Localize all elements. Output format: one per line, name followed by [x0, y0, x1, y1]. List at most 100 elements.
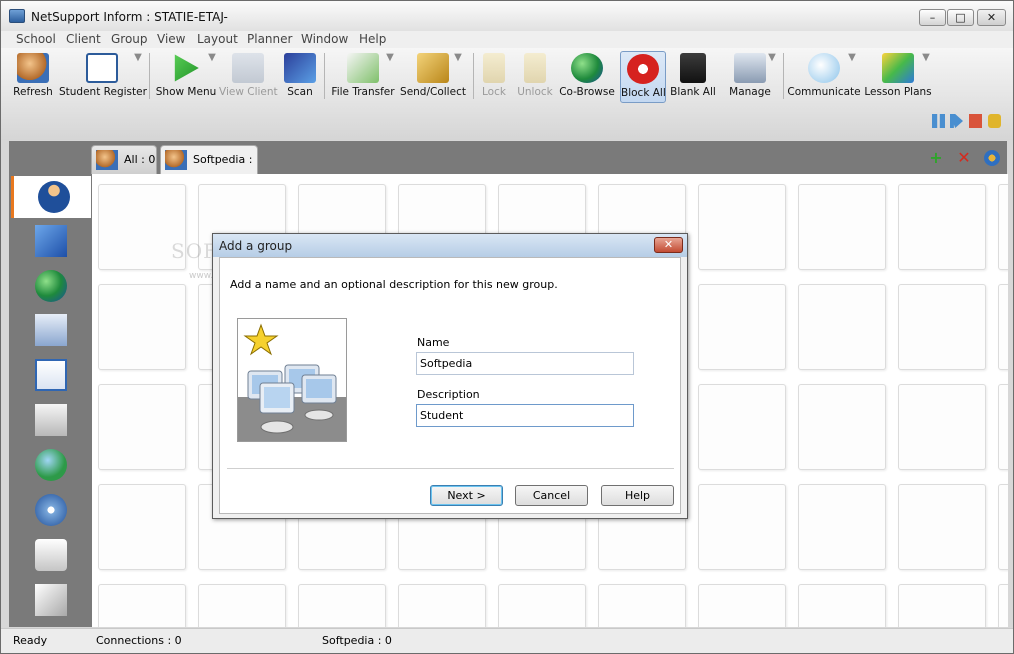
co-browse-button[interactable]: Co-Browse — [559, 51, 615, 101]
maximize-button[interactable]: □ — [947, 9, 974, 26]
client-slot[interactable] — [798, 584, 886, 627]
client-slot[interactable] — [698, 484, 786, 570]
client-slot[interactable] — [698, 284, 786, 370]
status-state: Ready — [13, 634, 48, 647]
manage-button[interactable]: Manage ▼ — [723, 51, 777, 101]
add-group-icon[interactable]: + — [928, 150, 944, 166]
dialog-title: Add a group — [219, 239, 293, 253]
student-register-button[interactable]: Student Register ▼ — [59, 51, 147, 101]
dropdown-arrow-icon[interactable]: ▼ — [767, 53, 777, 65]
menu-planner[interactable]: Planner — [247, 32, 292, 46]
dialog-close-button[interactable]: ✕ — [654, 237, 683, 253]
sidebar-item-students[interactable] — [11, 176, 91, 218]
client-slot[interactable] — [598, 584, 686, 627]
sidebar — [9, 174, 92, 627]
dropdown-arrow-icon[interactable]: ▼ — [207, 53, 217, 65]
cancel-button[interactable]: Cancel — [515, 485, 588, 506]
client-slot[interactable] — [98, 584, 186, 627]
sidebar-item-edit[interactable] — [11, 579, 91, 621]
communicate-button[interactable]: Communicate ▼ — [787, 51, 861, 101]
menu-school[interactable]: School — [16, 32, 56, 46]
puzzle-icon[interactable] — [988, 114, 1001, 128]
client-slot[interactable] — [898, 484, 986, 570]
menu-view[interactable]: View — [157, 32, 185, 46]
menu-window[interactable]: Window — [301, 32, 348, 46]
client-slot[interactable] — [998, 384, 1008, 470]
client-slot[interactable] — [198, 584, 286, 627]
file-transfer-button[interactable]: File Transfer ▼ — [329, 51, 397, 101]
send-collect-button[interactable]: Send/Collect ▼ — [399, 51, 467, 101]
client-slot[interactable] — [998, 484, 1008, 570]
name-field[interactable]: Softpedia — [416, 352, 634, 375]
dropdown-arrow-icon[interactable]: ▼ — [453, 53, 463, 65]
view-client-button[interactable]: View Client — [219, 51, 278, 101]
dropdown-arrow-icon[interactable]: ▼ — [921, 53, 931, 65]
client-slot[interactable] — [798, 384, 886, 470]
client-slot[interactable] — [698, 384, 786, 470]
close-button[interactable]: ✕ — [977, 9, 1006, 26]
client-slot[interactable] — [798, 184, 886, 270]
client-slot[interactable] — [898, 384, 986, 470]
dropdown-arrow-icon[interactable]: ▼ — [133, 53, 143, 65]
sidebar-item-applications[interactable] — [11, 309, 91, 351]
delete-group-icon[interactable]: ✕ — [956, 150, 972, 166]
client-slot[interactable] — [898, 284, 986, 370]
client-slot[interactable] — [998, 184, 1008, 270]
web-icon — [35, 270, 67, 302]
sidebar-item-keyboard[interactable] — [11, 534, 91, 576]
minimize-button[interactable]: – — [919, 9, 946, 26]
step-icon[interactable] — [950, 114, 963, 128]
group-illustration — [237, 318, 347, 442]
sidebar-item-screens[interactable] — [11, 220, 91, 262]
client-slot[interactable] — [798, 484, 886, 570]
tab-softpedia[interactable]: Softpedia : 0 — [160, 145, 258, 194]
next-button[interactable]: Next > — [430, 485, 503, 506]
refresh-button[interactable]: Refresh — [11, 51, 55, 101]
scan-label: Scan — [287, 86, 313, 98]
unlock-button[interactable]: Unlock — [515, 51, 555, 101]
sidebar-item-web[interactable] — [11, 265, 91, 307]
computers-star-icon — [238, 323, 346, 441]
client-slot[interactable] — [698, 584, 786, 627]
dropdown-arrow-icon[interactable]: ▼ — [847, 53, 857, 65]
client-slot[interactable] — [98, 484, 186, 570]
stop-icon[interactable] — [969, 114, 982, 128]
manage-icon — [734, 53, 766, 83]
print-icon — [35, 404, 67, 436]
block-all-icon — [627, 54, 659, 84]
lesson-plans-icon — [882, 53, 914, 83]
menu-client[interactable]: Client — [66, 32, 101, 46]
separator — [149, 53, 150, 99]
client-slot[interactable] — [998, 584, 1008, 627]
sidebar-item-printing[interactable] — [11, 399, 91, 441]
client-slot[interactable] — [798, 284, 886, 370]
scan-button[interactable]: Scan — [281, 51, 319, 101]
dropdown-arrow-icon[interactable]: ▼ — [385, 53, 395, 65]
client-slot[interactable] — [998, 284, 1008, 370]
lesson-plans-button[interactable]: Lesson Plans ▼ — [863, 51, 933, 101]
lock-button[interactable]: Lock — [477, 51, 511, 101]
client-slot[interactable] — [898, 584, 986, 627]
blank-all-button[interactable]: Blank All — [670, 51, 716, 101]
show-menu-button[interactable]: Show Menu ▼ — [155, 51, 217, 101]
group-properties-icon[interactable] — [984, 150, 1000, 166]
sidebar-item-chat[interactable] — [11, 444, 91, 486]
help-button[interactable]: Help — [601, 485, 674, 506]
client-slot[interactable] — [298, 584, 386, 627]
client-slot[interactable] — [898, 184, 986, 270]
tab-all[interactable]: All : 0 — [91, 145, 157, 174]
block-all-button[interactable]: Block All — [620, 51, 666, 103]
client-slot[interactable] — [398, 584, 486, 627]
scan-icon — [284, 53, 316, 83]
client-slot[interactable] — [98, 384, 186, 470]
menu-group[interactable]: Group — [111, 32, 148, 46]
sidebar-item-survey[interactable] — [11, 354, 91, 396]
client-slot[interactable] — [698, 184, 786, 270]
client-slot[interactable] — [498, 584, 586, 627]
client-slot[interactable] — [98, 284, 186, 370]
pause-icon[interactable] — [932, 114, 945, 128]
sidebar-item-media[interactable] — [11, 489, 91, 531]
menu-layout[interactable]: Layout — [197, 32, 238, 46]
menu-help[interactable]: Help — [359, 32, 386, 46]
description-field[interactable]: Student — [416, 404, 634, 427]
